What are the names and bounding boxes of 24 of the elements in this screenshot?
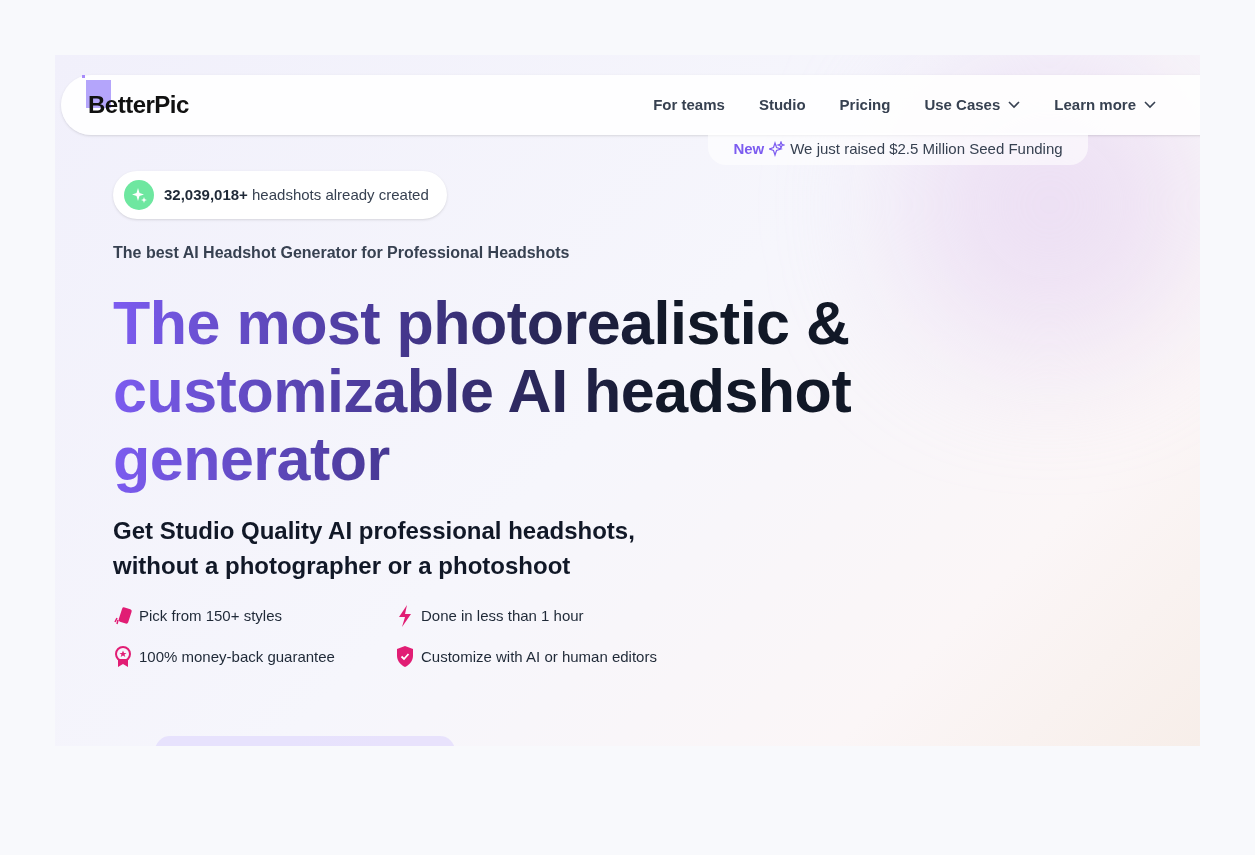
chevron-down-icon [1144, 101, 1156, 109]
bolt-icon [397, 605, 413, 628]
nav-link[interactable]: For teams [653, 93, 725, 117]
chevron-down-icon [1008, 101, 1021, 109]
shield-check-icon [396, 646, 414, 668]
new-label: New [733, 138, 765, 159]
sparkle-icon [769, 141, 786, 157]
nav-link[interactable]: Studio [758, 93, 806, 117]
feature-text: Pick from 150+ styles [139, 606, 282, 626]
nav-link[interactable]: Pricing [839, 93, 891, 117]
counter-text: 32,039,018+ headshots already created [164, 184, 429, 205]
cards-icon [113, 606, 133, 627]
sparkle-icon [124, 180, 154, 210]
logo[interactable]: BetterPic [88, 87, 189, 123]
tagline: The best AI Headshot Generator for Professional Headshots [113, 243, 571, 263]
nav-link[interactable]: Learn more [1054, 93, 1156, 117]
feature-text: Done in less than 1 hour [421, 606, 584, 626]
announcement-banner[interactable]: New We just raised $2.5 Million Seed Funding [708, 133, 1088, 165]
feature-text: 100% money-back guarantee [139, 646, 335, 667]
feature-text: Customize with AI or human editors [421, 646, 657, 667]
subheadline: Get Studio Quality AI professional headshots, without a photographer or a photoshoot [113, 516, 636, 581]
announcement-text: We just raised $2.5 Million Seed Funding [790, 138, 1063, 159]
nav-link[interactable]: Use Cases [924, 93, 1021, 117]
medal-icon [114, 645, 132, 668]
